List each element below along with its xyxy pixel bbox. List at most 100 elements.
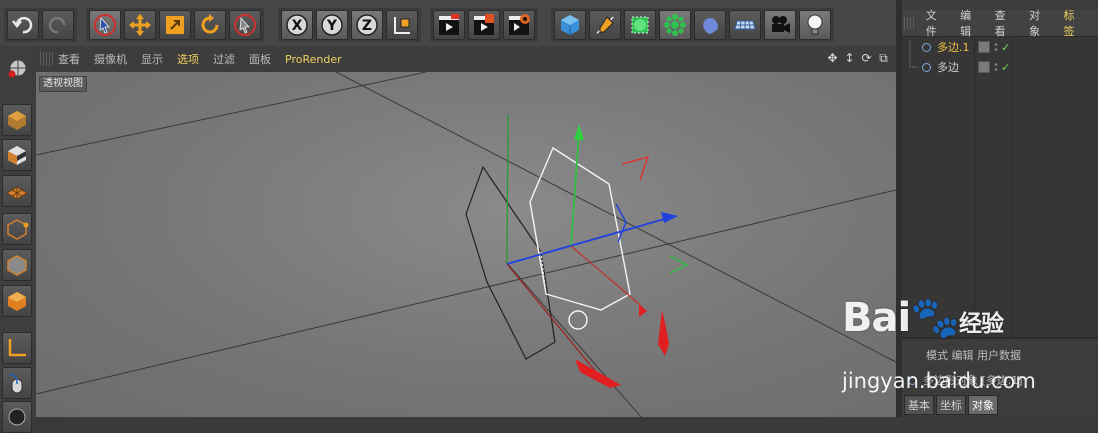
gizmo-xy-plane[interactable] xyxy=(669,255,689,274)
x-axis-lock-button[interactable]: X xyxy=(281,10,313,40)
gizmo-z-axis[interactable] xyxy=(506,217,669,265)
viewport-menu-prorender[interactable]: ProRender xyxy=(285,53,342,66)
rotate-button[interactable] xyxy=(194,10,226,40)
object-name[interactable]: 多边 xyxy=(937,59,959,75)
viewport-menu-view[interactable]: 查看 xyxy=(58,51,80,67)
viewport-label: 透视视图 xyxy=(39,76,87,92)
column-divider xyxy=(974,37,975,337)
cube-primitive-button[interactable] xyxy=(554,10,586,40)
polygon-object-icon xyxy=(922,62,931,72)
camera-button[interactable] xyxy=(764,10,796,40)
render-settings-button[interactable] xyxy=(503,10,535,40)
live-select-button[interactable] xyxy=(89,10,121,40)
gizmo-z-handle[interactable] xyxy=(661,212,678,223)
dolly-view-icon[interactable]: ↕ xyxy=(843,52,856,65)
attribute-menubar[interactable]: 模式 编辑 用户数据 xyxy=(926,347,1021,363)
gizmo-x-handle[interactable] xyxy=(639,304,647,317)
object-row[interactable]: 多边 ✓ xyxy=(902,58,1098,76)
gizmo-y-handle[interactable] xyxy=(574,124,584,140)
tab-basic[interactable]: 基本 xyxy=(904,395,934,415)
viewport-menu-display[interactable]: 显示 xyxy=(141,51,163,67)
toggle-view-icon[interactable]: ⧉ xyxy=(877,52,890,65)
svg-text:Y: Y xyxy=(326,18,338,34)
workplane-button[interactable] xyxy=(2,175,32,207)
visibility-dots-icon[interactable] xyxy=(994,42,998,52)
viewport-nav-controls: ✥ ↕ ⟳ ⧉ xyxy=(826,52,890,65)
deformer-button[interactable] xyxy=(694,10,726,40)
texture-mode-button[interactable] xyxy=(2,104,32,136)
polygon-object-icon xyxy=(922,42,931,52)
object-list[interactable]: 多边.1 ✓ 多边 ✓ xyxy=(902,37,1098,337)
undo-redo-group xyxy=(4,8,77,42)
undo-button[interactable] xyxy=(7,10,39,40)
last-tool-button[interactable] xyxy=(229,10,261,40)
attribute-object-line: 多边形对象 [多边.1] xyxy=(908,372,1023,388)
redo-button[interactable] xyxy=(42,10,74,40)
pivot-handle[interactable] xyxy=(568,310,588,330)
live-select-icon xyxy=(94,14,116,36)
render-group xyxy=(430,8,538,42)
object-manager-menubar: 文件 编辑 查看 对象 标签 xyxy=(902,7,1098,39)
om-menu-object[interactable]: 对象 xyxy=(1029,7,1050,39)
move-button[interactable] xyxy=(124,10,156,40)
tab-coordinates[interactable]: 坐标 xyxy=(936,395,966,415)
tweak-mode-button[interactable] xyxy=(2,367,32,399)
texture-button[interactable] xyxy=(2,139,32,171)
orbit-view-icon[interactable]: ⟳ xyxy=(860,52,873,65)
axis-mode-button[interactable] xyxy=(2,332,32,364)
grid-line xyxy=(36,189,896,395)
pan-view-icon[interactable]: ✥ xyxy=(826,52,839,65)
snap-button[interactable] xyxy=(2,401,32,433)
move-icon xyxy=(129,14,151,36)
render-view-button[interactable] xyxy=(433,10,465,40)
y-axis-lock-button[interactable]: Y xyxy=(316,10,348,40)
polygons-mode-icon xyxy=(8,292,26,311)
scale-button[interactable] xyxy=(159,10,191,40)
viewport-menu-panel[interactable]: 面板 xyxy=(249,51,271,67)
viewport-menu-options[interactable]: 选项 xyxy=(177,51,199,67)
viewport-menu-camera[interactable]: 摄像机 xyxy=(94,51,127,67)
floor-button[interactable] xyxy=(729,10,761,40)
grip-handle[interactable] xyxy=(904,17,916,29)
x-axis-lock-icon: X xyxy=(286,14,308,36)
last-tool-icon xyxy=(234,14,256,36)
gizmo-x-axis[interactable] xyxy=(570,245,640,305)
grid-line xyxy=(36,72,427,156)
gizmo-yz-plane[interactable] xyxy=(615,203,627,243)
layer-tag-icon[interactable] xyxy=(978,61,990,73)
grip-handle[interactable] xyxy=(40,52,54,66)
polygons-mode-button[interactable] xyxy=(2,285,32,317)
object-row[interactable]: 多边.1 ✓ xyxy=(902,38,1098,56)
layer-tag-icon[interactable] xyxy=(978,41,990,53)
perspective-viewport[interactable]: 透视视图 xyxy=(36,72,896,417)
render-to-picture-viewer-button[interactable] xyxy=(468,10,500,40)
z-axis-lock-button[interactable]: Z xyxy=(351,10,383,40)
svg-text:X: X xyxy=(292,18,303,34)
enabled-check-icon[interactable]: ✓ xyxy=(1001,61,1010,74)
tab-object[interactable]: 对象 xyxy=(968,395,998,415)
points-mode-button[interactable] xyxy=(2,213,32,245)
model-mode-button[interactable] xyxy=(2,52,32,84)
attribute-object-name: 多边形对象 [多边.1] xyxy=(923,374,1023,387)
om-menu-tags[interactable]: 标签 xyxy=(1064,7,1085,39)
om-menu-view[interactable]: 查看 xyxy=(995,7,1016,39)
render-to-picture-viewer-icon xyxy=(474,14,494,35)
scene-canvas[interactable] xyxy=(36,72,896,417)
object-name[interactable]: 多边.1 xyxy=(937,39,970,55)
gizmo-xz-plane[interactable] xyxy=(621,155,650,181)
coordinate-system-button[interactable] xyxy=(386,10,418,40)
pen-spline-button[interactable] xyxy=(589,10,621,40)
om-menu-file[interactable]: 文件 xyxy=(926,7,947,39)
visibility-dots-icon[interactable] xyxy=(994,62,998,72)
om-menu-edit[interactable]: 编辑 xyxy=(960,7,981,39)
render-settings-icon xyxy=(509,14,530,35)
viewport-menu-filter[interactable]: 过滤 xyxy=(213,51,235,67)
edges-mode-button[interactable] xyxy=(2,249,32,281)
cloner-button[interactable] xyxy=(659,10,691,40)
subdivision-surface-button[interactable] xyxy=(624,10,656,40)
light-button[interactable] xyxy=(799,10,831,40)
objects-group xyxy=(551,8,834,42)
gizmo-y-axis[interactable] xyxy=(570,131,580,247)
points-mode-icon xyxy=(7,219,29,240)
enabled-check-icon[interactable]: ✓ xyxy=(1001,41,1010,54)
